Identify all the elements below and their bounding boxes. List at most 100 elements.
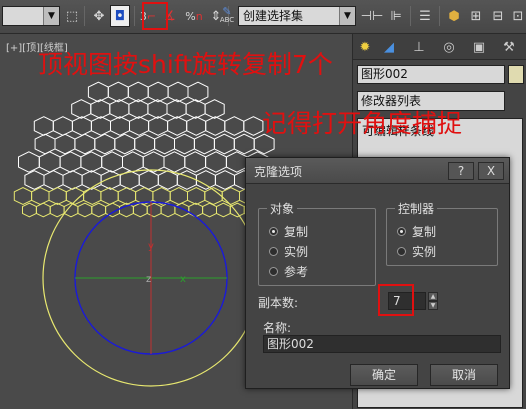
hexagon-cell — [48, 186, 67, 206]
hexagon-cell — [38, 151, 61, 173]
schematic-view-icon[interactable]: ⊞ — [466, 5, 486, 27]
hexagon-cell — [129, 116, 150, 136]
object-reference-label: 参考 — [284, 265, 309, 279]
hexagon-cell — [163, 151, 186, 173]
hexagon-cell — [127, 81, 149, 103]
hexagon-cell — [71, 116, 92, 136]
abc-label: ABC — [219, 16, 235, 24]
hierarchy-tab-icon[interactable]: ⊥ — [409, 37, 429, 57]
x-axis-label: x — [180, 274, 186, 285]
toolbar-separator — [439, 6, 440, 26]
selection-filter-dropdown[interactable]: ▼ — [2, 6, 60, 26]
hexagon-cell — [205, 116, 226, 136]
material-editor-icon[interactable]: ⊟ — [488, 5, 508, 27]
curve-editor-icon[interactable]: ⬢ — [444, 5, 464, 27]
utilities-tab-icon[interactable]: ⚒ — [499, 37, 519, 57]
help-button[interactable]: ? — [448, 162, 474, 180]
modify-tab-icon[interactable]: ◢ — [379, 37, 399, 57]
hexagon-cell — [24, 170, 45, 190]
hexagon-cell — [195, 170, 216, 190]
hexagon-cell — [142, 151, 165, 173]
object-instance-label: 实例 — [284, 245, 309, 259]
hexagon-cell — [202, 202, 217, 218]
hexagon-cell — [83, 186, 102, 206]
hexagon-cell — [35, 202, 51, 218]
radio-dot — [269, 267, 278, 276]
controller-instance-radio[interactable]: 实例 — [397, 243, 436, 260]
hexagon-cell — [186, 116, 207, 136]
named-selection-set-dropdown[interactable]: 创建选择集 ▼ — [238, 6, 356, 26]
hexagon-cell — [205, 151, 227, 173]
hexagon-cell — [34, 133, 56, 155]
hexagon-cell — [213, 133, 235, 155]
select-object-icon[interactable]: ⬚ — [62, 5, 82, 27]
hexagon-cell — [114, 133, 136, 155]
layer-icon[interactable]: ☰ — [415, 5, 435, 27]
hexagon-cell — [174, 202, 190, 218]
hexagon-cell — [167, 116, 188, 136]
hexagon-cell — [91, 202, 107, 218]
hexagon-cell — [243, 116, 264, 136]
object-instance-radio[interactable]: 实例 — [269, 243, 308, 260]
hexagon-cell — [117, 186, 137, 206]
display-tab-icon[interactable]: ▣ — [469, 37, 489, 57]
cancel-button[interactable]: 取消 — [430, 364, 498, 386]
create-tab-icon[interactable]: ✹ — [355, 37, 375, 57]
render-setup-icon[interactable]: ⊡ — [508, 5, 526, 27]
close-button[interactable]: X — [478, 162, 504, 180]
hexagon-cell — [59, 151, 82, 173]
percent-snap-icon[interactable]: % n — [184, 5, 204, 27]
hexagon-cell — [138, 170, 159, 190]
viewport-select-icon[interactable]: ◘ — [110, 5, 130, 27]
hexagon-cell — [174, 133, 195, 155]
named-selection-set-value: 创建选择集 — [243, 9, 304, 23]
object-copy-radio[interactable]: 复制 — [269, 223, 308, 240]
hexagon-cell — [169, 186, 188, 206]
clone-options-dialog: 克隆选项 ? X 对象 复制 实例 参考 控制器 复制 实例 副本数: 7 ▲ … — [245, 157, 510, 389]
hexagon-cell — [100, 170, 121, 190]
hexagon-cell — [122, 151, 144, 173]
spinner-down-icon[interactable]: ▼ — [428, 301, 438, 310]
hexagon-cell — [107, 81, 129, 103]
hexagon-cell — [49, 202, 65, 218]
hexagon-cell — [109, 99, 130, 119]
edit-named-sets-icon[interactable]: ✎ ABC — [216, 5, 238, 27]
hexagon-cell — [81, 170, 102, 190]
spinner-up-icon[interactable]: ▲ — [428, 292, 438, 301]
hexagon-cell — [154, 133, 175, 155]
hexagon-cell — [31, 186, 50, 206]
hexagon-cell — [33, 116, 54, 136]
hexagon-cell — [62, 170, 83, 190]
ok-button[interactable]: 确定 — [350, 364, 418, 386]
hexagon-cell — [132, 202, 148, 218]
dialog-titlebar[interactable]: 克隆选项 ? X — [246, 158, 509, 184]
hexagon-cell — [134, 133, 156, 155]
mirror-icon[interactable]: ⊣⊢ — [361, 5, 384, 27]
copies-spinner[interactable]: ▲ ▼ — [428, 292, 438, 310]
object-name-field[interactable]: 图形002 — [357, 65, 505, 84]
hexagon-cell — [147, 81, 169, 103]
hexagon-cell — [110, 116, 130, 136]
toolbar-separator — [134, 6, 135, 26]
hexagon-cell — [54, 133, 76, 155]
object-color-swatch[interactable] — [508, 65, 524, 84]
hexagon-cell — [52, 116, 73, 136]
select-move-icon[interactable]: ✥ — [89, 5, 109, 27]
hexagon-cell — [193, 133, 215, 155]
y-axis-label: y — [148, 241, 154, 252]
name-input[interactable]: 图形002 — [263, 335, 501, 353]
controller-copy-radio[interactable]: 复制 — [397, 223, 436, 240]
hexagon-cell — [148, 116, 169, 136]
hexagon-cell — [80, 151, 103, 173]
object-reference-radio[interactable]: 参考 — [269, 263, 308, 280]
radio-dot — [269, 227, 278, 236]
hexagon-cell — [74, 133, 96, 155]
command-panel-tabs: ✹ ◢ ⊥ ◎ ▣ ⚒ — [353, 34, 526, 60]
align-icon[interactable]: ⊫ — [386, 5, 406, 27]
controller-copy-label: 复制 — [412, 225, 437, 239]
hexagon-cell — [157, 170, 178, 190]
angle-snap-highlight — [142, 2, 168, 30]
hexagon-cell — [204, 99, 225, 119]
motion-tab-icon[interactable]: ◎ — [439, 37, 459, 57]
hexagon-cell — [90, 116, 111, 136]
